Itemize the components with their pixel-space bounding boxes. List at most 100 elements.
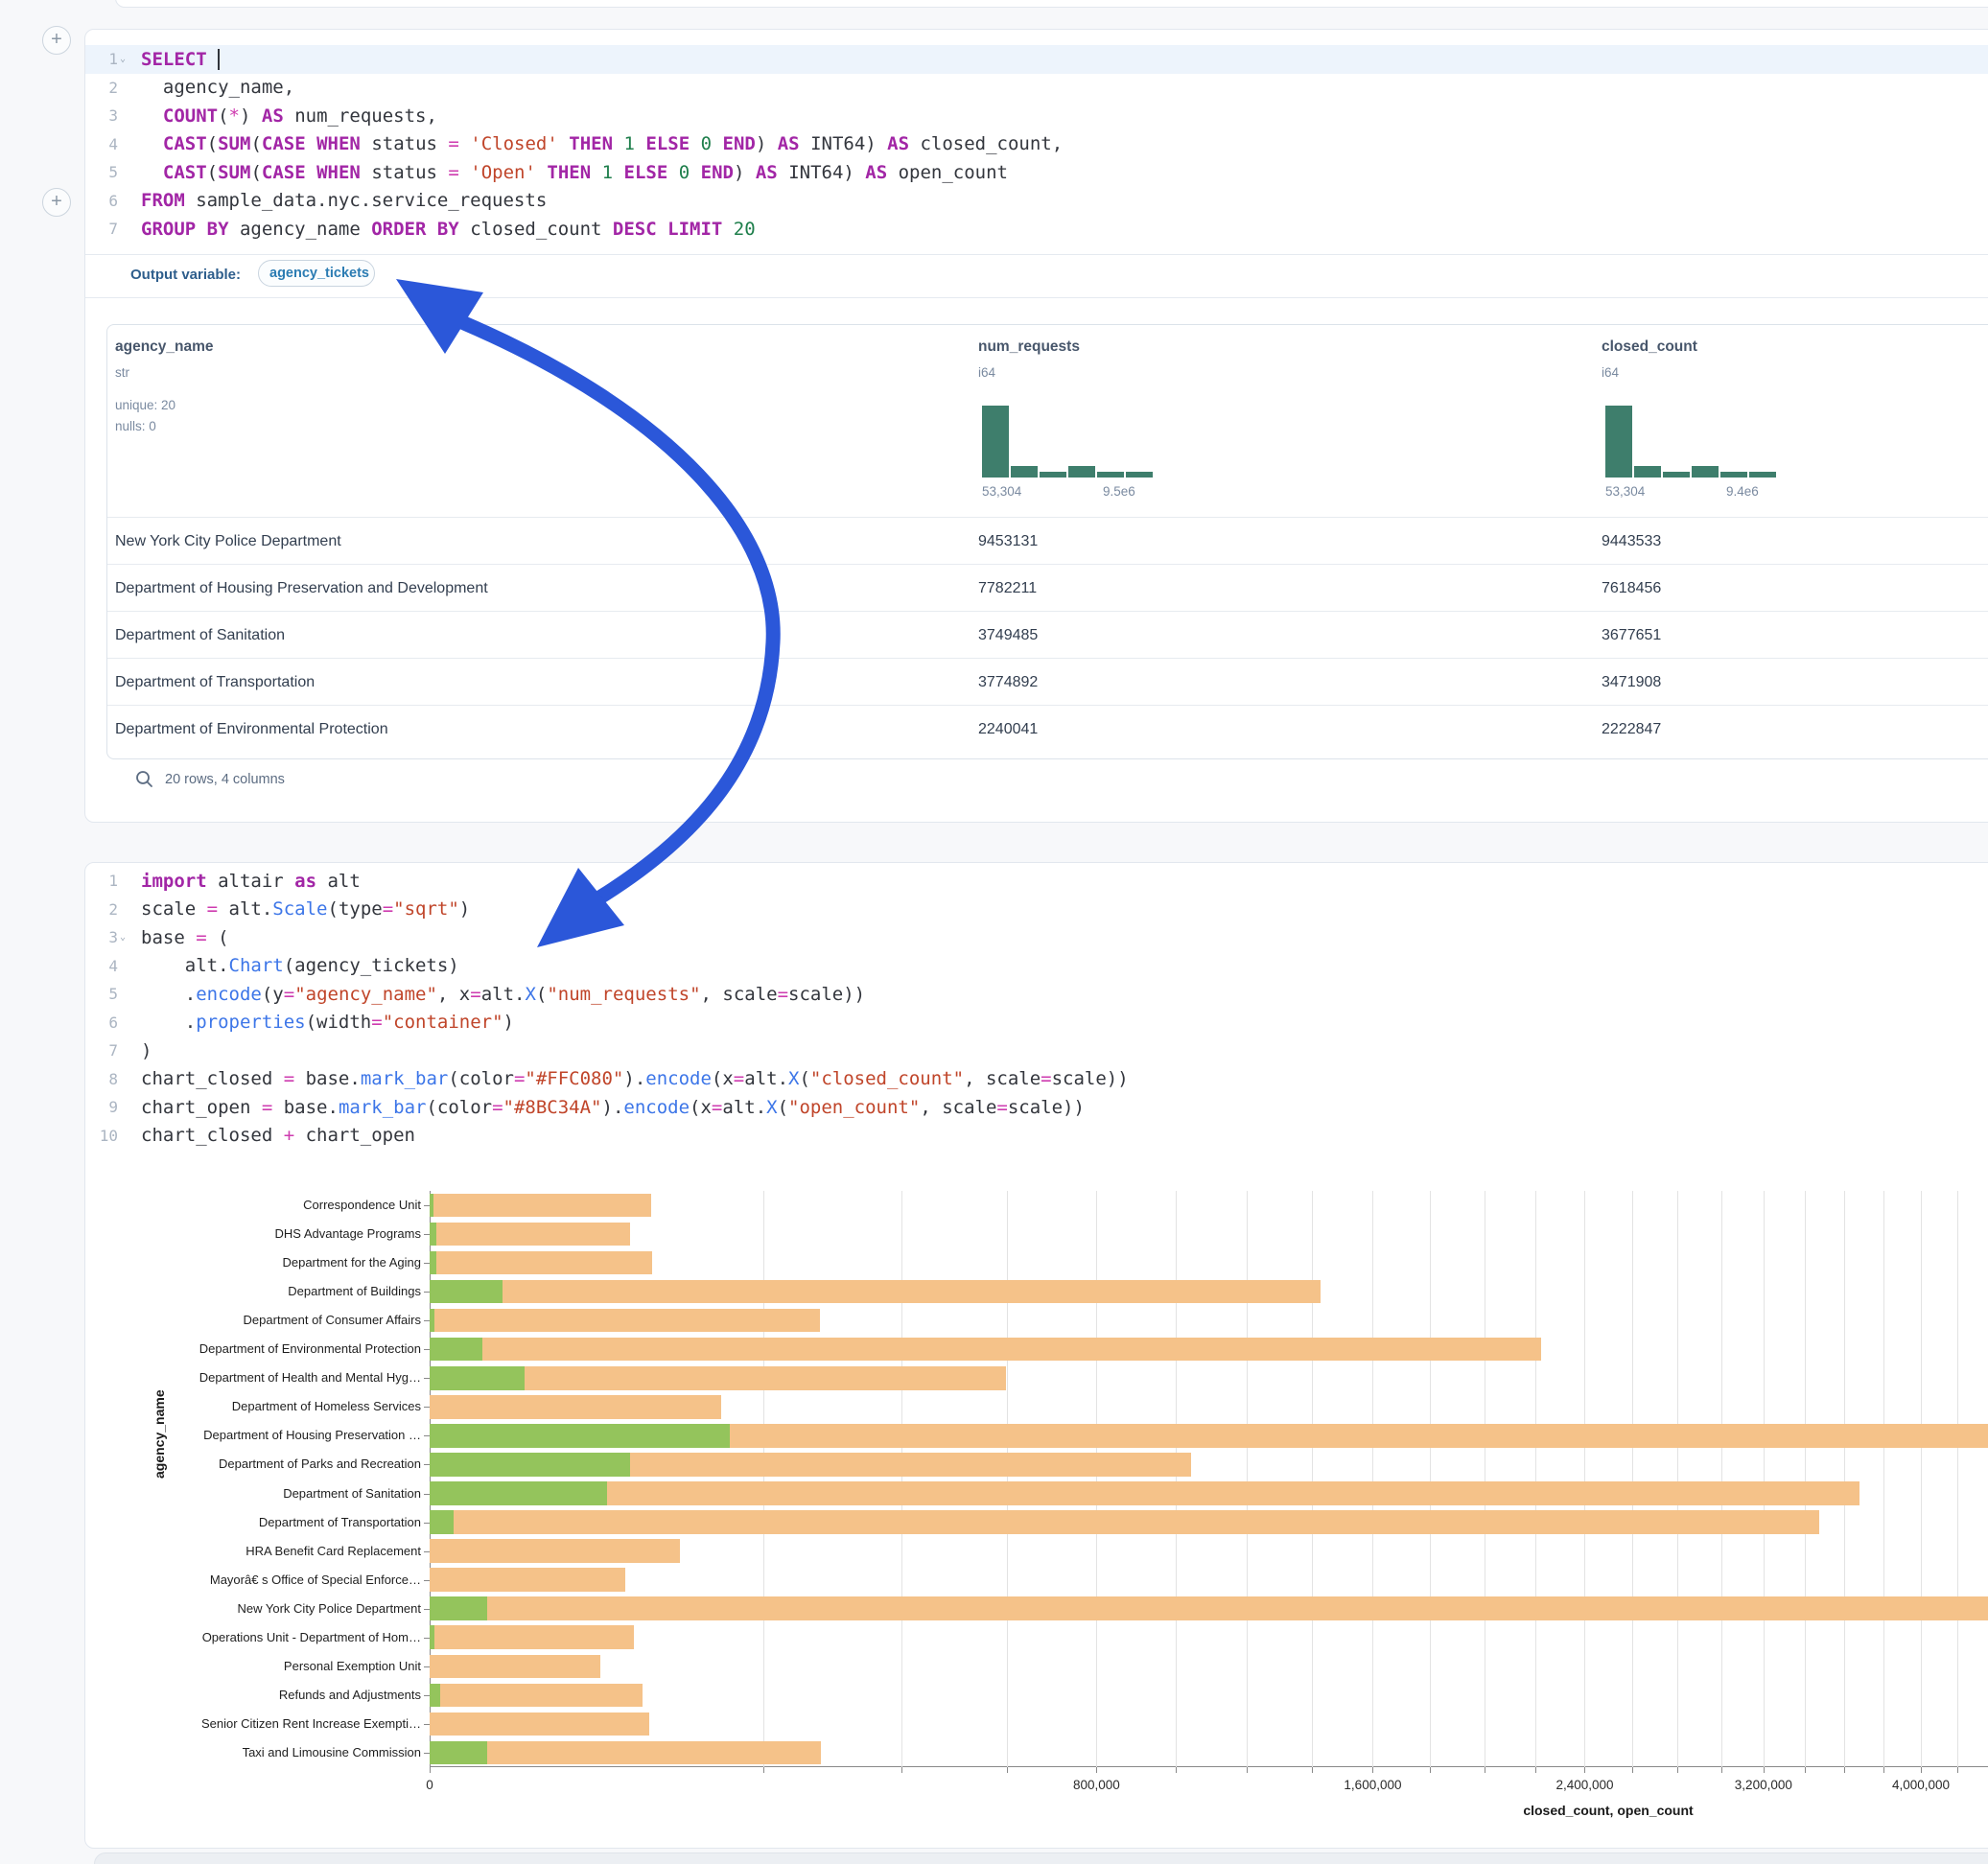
x-tick — [1721, 1767, 1722, 1773]
bar-row — [430, 1568, 1988, 1592]
bar-open-count[interactable] — [430, 1223, 436, 1247]
code-line[interactable]: 8chart_closed = base.mark_bar(color="#FF… — [85, 1065, 1988, 1094]
histogram-max-label: 9.4e6 — [1726, 484, 1759, 499]
table-row[interactable]: Department of Sanitation37494853677651 — [107, 611, 1988, 658]
bar-closed-count[interactable] — [430, 1395, 721, 1419]
bar-row — [430, 1510, 1988, 1534]
bar-row — [430, 1194, 1988, 1218]
bar-open-count[interactable] — [430, 1481, 607, 1505]
column-header[interactable]: agency_name — [115, 338, 214, 356]
line-number: 5 — [85, 163, 118, 181]
bar-open-count[interactable] — [430, 1251, 436, 1275]
code-line[interactable]: 10chart_closed + chart_open — [85, 1122, 1988, 1151]
category-label: Mayorâ€ s Office of Special Enforce… — [133, 1573, 421, 1587]
gridline — [763, 1191, 764, 1767]
bar-open-count[interactable] — [430, 1625, 434, 1649]
x-tick-label: 0 — [426, 1778, 433, 1792]
code-line[interactable]: 3 COUNT(*) AS num_requests, — [85, 102, 1988, 130]
line-number: 7 — [85, 1041, 118, 1060]
code-line[interactable]: 1import altair as alt — [85, 867, 1988, 896]
x-tick — [1176, 1767, 1177, 1773]
histogram-max-label: 9.5e6 — [1103, 484, 1135, 499]
fold-chevron-icon[interactable]: ⌄ — [118, 932, 131, 943]
search-icon[interactable] — [135, 770, 153, 788]
line-number: 1 — [85, 50, 118, 68]
bar-open-count[interactable] — [430, 1741, 487, 1765]
bar-closed-count[interactable] — [430, 1338, 1541, 1362]
table-row[interactable]: Department of Housing Preservation and D… — [107, 564, 1988, 611]
code-line[interactable]: 5 .encode(y="agency_name", x=alt.X("num_… — [85, 980, 1988, 1009]
code-line[interactable]: 2 agency_name, — [85, 74, 1988, 103]
gridline — [1883, 1191, 1884, 1767]
fold-chevron-icon[interactable]: ⌄ — [118, 54, 131, 64]
bar-closed-count[interactable] — [430, 1539, 680, 1563]
category-label: Taxi and Limousine Commission — [133, 1745, 421, 1759]
bar-open-count[interactable] — [430, 1280, 503, 1304]
bar-open-count[interactable] — [430, 1366, 525, 1390]
add-cell-button-top[interactable]: + — [42, 26, 71, 55]
line-number: 2 — [85, 79, 118, 97]
table-row[interactable]: Department of Transportation377489234719… — [107, 658, 1988, 705]
code-line[interactable]: 9chart_open = base.mark_bar(color="#8BC3… — [85, 1093, 1988, 1122]
code-line[interactable]: 3⌄base = ( — [85, 923, 1988, 952]
gridline — [1096, 1191, 1097, 1767]
code-line[interactable]: 1⌄SELECT — [85, 45, 1988, 74]
bar-open-count[interactable] — [430, 1309, 434, 1333]
code-line[interactable]: 7) — [85, 1037, 1988, 1065]
bar-open-count[interactable] — [430, 1424, 730, 1448]
gridline — [1176, 1191, 1177, 1767]
python-cell-card: 1import altair as alt2scale = alt.Scale(… — [84, 862, 1988, 1849]
bar-open-count[interactable] — [430, 1510, 454, 1534]
code-line[interactable]: 4 CAST(SUM(CASE WHEN status = 'Closed' T… — [85, 130, 1988, 159]
category-label: Department of Health and Mental Hyg… — [133, 1370, 421, 1385]
bar-closed-count[interactable] — [430, 1713, 649, 1736]
bar-closed-count[interactable] — [430, 1568, 625, 1592]
add-cell-button-output[interactable]: + — [42, 188, 71, 217]
previous-cell-partial — [115, 0, 1988, 8]
code-line[interactable]: 6 .properties(width="container") — [85, 1009, 1988, 1037]
bar-row — [430, 1625, 1988, 1649]
code-line[interactable]: 7GROUP BY agency_name ORDER BY closed_co… — [85, 215, 1988, 244]
code-line[interactable]: 5 CAST(SUM(CASE WHEN status = 'Open' THE… — [85, 158, 1988, 187]
bar-closed-count[interactable] — [430, 1481, 1859, 1505]
table-cell: 3471908 — [1602, 659, 1661, 706]
bar-closed-count[interactable] — [430, 1251, 652, 1275]
table-row[interactable]: New York City Police Department945313194… — [107, 517, 1988, 564]
column-header[interactable]: num_requests — [978, 338, 1080, 356]
bar-closed-count[interactable] — [430, 1684, 643, 1708]
bar-open-count[interactable] — [430, 1596, 487, 1620]
bar-open-count[interactable] — [430, 1338, 482, 1362]
table-cell: 7618456 — [1602, 565, 1661, 612]
bar-open-count[interactable] — [430, 1194, 433, 1218]
code-line[interactable]: 2scale = alt.Scale(type="sqrt") — [85, 896, 1988, 924]
bar-closed-count[interactable] — [430, 1510, 1819, 1534]
histogram-min-label: 53,304 — [982, 484, 1021, 499]
x-axis-title: closed_count, open_count — [1523, 1803, 1693, 1818]
bar-closed-count[interactable] — [430, 1625, 634, 1649]
code-line[interactable]: 4 alt.Chart(agency_tickets) — [85, 952, 1988, 981]
bar-closed-count[interactable] — [430, 1655, 600, 1679]
code-line[interactable]: 6FROM sample_data.nyc.service_requests — [85, 187, 1988, 216]
x-tick — [1247, 1767, 1248, 1773]
column-header[interactable]: closed_count — [1602, 338, 1697, 356]
bar-closed-count[interactable] — [430, 1741, 821, 1765]
bar-row — [430, 1596, 1988, 1620]
bar-closed-count[interactable] — [430, 1194, 651, 1218]
bar-closed-count[interactable] — [430, 1596, 1988, 1620]
column-histogram — [1605, 406, 1776, 478]
bar-closed-count[interactable] — [430, 1280, 1321, 1304]
bar-closed-count[interactable] — [430, 1309, 820, 1333]
category-label: Department of Transportation — [133, 1515, 421, 1529]
x-tick — [1535, 1767, 1536, 1773]
python-code-editor[interactable]: 1import altair as alt2scale = alt.Scale(… — [85, 867, 1988, 1150]
table-cell: Department of Sanitation — [115, 612, 285, 659]
sql-code-editor[interactable]: 1⌄SELECT 2 agency_name,3 COUNT(*) AS num… — [85, 45, 1988, 244]
x-tick — [1632, 1767, 1633, 1773]
column-stat: nulls: 0 — [115, 419, 156, 433]
table-row[interactable]: Department of Environmental Protection22… — [107, 705, 1988, 752]
bar-open-count[interactable] — [430, 1453, 630, 1477]
output-variable-input[interactable]: agency_tickets — [258, 260, 375, 287]
bar-closed-count[interactable] — [430, 1223, 630, 1247]
bar-open-count[interactable] — [430, 1684, 440, 1708]
x-tick — [1805, 1767, 1806, 1773]
